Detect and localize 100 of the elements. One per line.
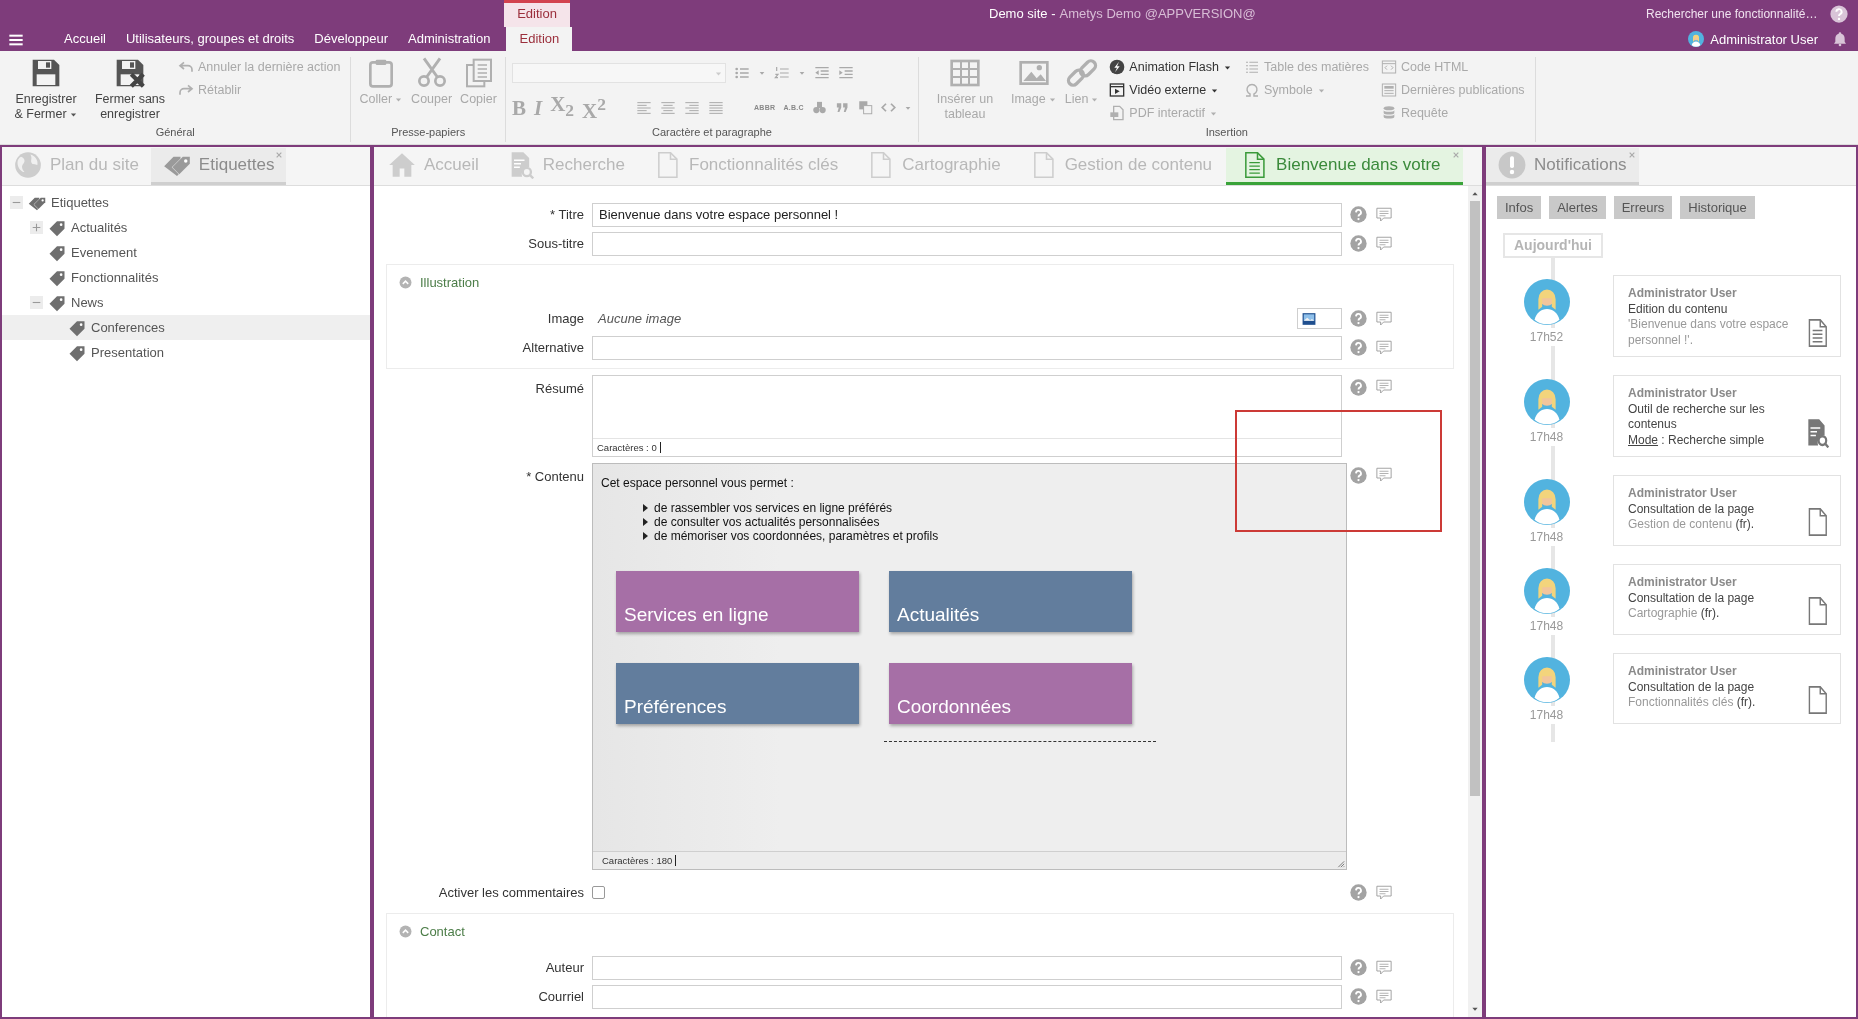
quote-icon[interactable]: [834, 100, 850, 115]
binoculars-icon[interactable]: [811, 100, 827, 115]
close-icon[interactable]: [275, 151, 284, 159]
tree-item[interactable]: News: [2, 290, 370, 315]
align-icon[interactable]: [684, 99, 700, 116]
field-label: * Contenu: [525, 468, 585, 484]
panel-tab[interactable]: Fonctionnalités clés: [639, 148, 853, 185]
field-label: Activer les commentaires: [437, 885, 585, 900]
tag-icon: [48, 293, 66, 312]
tree-item[interactable]: Evenement: [2, 240, 370, 265]
video-icon: [1109, 82, 1126, 98]
align-icon[interactable]: [660, 99, 676, 116]
text-area-field[interactable]: Caractères : 0: [592, 375, 1342, 457]
ribbon-tab[interactable]: Edition: [506, 27, 573, 51]
ribbon-button[interactable]: Animation Flash: [1109, 57, 1232, 77]
help-icon[interactable]: [1830, 4, 1848, 23]
avatar-icon: [1523, 479, 1570, 525]
lightning-icon: [1109, 59, 1126, 75]
panel-tab[interactable]: Cartographie: [852, 148, 1015, 185]
resize-grip-icon[interactable]: [1335, 858, 1345, 868]
section-title[interactable]: Illustration: [420, 274, 480, 290]
ribbon-button[interactable]: Enregistrer & Fermer: [6, 57, 86, 122]
outdent-icon[interactable]: [813, 65, 830, 81]
panel-tab[interactable]: Etiquettes: [150, 148, 287, 185]
content-tile: Services en ligne: [616, 571, 859, 632]
ribbon-tab[interactable]: Administration: [398, 27, 501, 51]
bullet-icon: [643, 518, 648, 526]
panel-tab[interactable]: Notifications: [1486, 148, 1639, 185]
comment-icon[interactable]: [1375, 958, 1393, 977]
image-picker-button[interactable]: [1297, 308, 1342, 329]
timestamp: 17h48: [1529, 617, 1564, 635]
expand-icon[interactable]: [30, 221, 43, 234]
close-icon[interactable]: [1451, 151, 1460, 159]
notification-detail: Mode : Recherche simple: [1628, 432, 1766, 448]
scroll-up-icon[interactable]: [1471, 190, 1479, 198]
comment-icon[interactable]: [1375, 466, 1393, 484]
comment-icon[interactable]: [1375, 309, 1393, 328]
caret-icon[interactable]: [757, 69, 766, 77]
comment-icon[interactable]: [1375, 987, 1393, 1006]
comment-icon[interactable]: [1375, 234, 1393, 253]
vertical-scrollbar[interactable]: [1468, 186, 1482, 1017]
tree-item[interactable]: Etiquettes: [2, 190, 370, 215]
checkbox[interactable]: [592, 886, 605, 899]
comment-icon[interactable]: [1375, 378, 1393, 396]
comment-icon[interactable]: [1375, 338, 1393, 357]
scrollbar-thumb[interactable]: [1470, 201, 1480, 796]
day-label: Aujourd'hui: [1503, 233, 1603, 258]
tree-item[interactable]: Presentation: [2, 340, 370, 365]
ribbon-tab[interactable]: Développeur: [304, 27, 398, 51]
list-item-text: de mémoriser vos coordonnées, paramètres et profils: [654, 529, 939, 543]
collapse-icon[interactable]: [399, 924, 412, 938]
close-icon[interactable]: [1627, 151, 1636, 159]
comment-icon[interactable]: [1375, 205, 1393, 224]
panel-tab[interactable]: Bienvenue dans votre: [1226, 148, 1463, 185]
undo-icon: [178, 59, 194, 75]
document-icon: [1109, 105, 1126, 121]
collapse-icon[interactable]: [10, 196, 23, 209]
text-field[interactable]: Bienvenue dans votre espace personnel !: [592, 202, 1342, 227]
ribbon-button[interactable]: Fermer sans enregistrer: [90, 57, 170, 122]
caret-icon[interactable]: [797, 69, 806, 77]
panel-tab[interactable]: Accueil: [374, 148, 493, 185]
tree-item[interactable]: Actualités: [2, 215, 370, 240]
panel-tab[interactable]: Plan du site: [2, 148, 151, 185]
user-name[interactable]: Administrator User: [1710, 31, 1818, 47]
panel-tab[interactable]: Gestion de contenu: [1014, 148, 1227, 185]
comment-icon[interactable]: [1375, 883, 1393, 902]
text-field[interactable]: [592, 984, 1342, 1009]
bullet-icon: [643, 532, 648, 540]
detail-link[interactable]: Mode: [1628, 432, 1659, 447]
scroll-down-icon[interactable]: [1471, 1005, 1479, 1013]
contextual-tab-group-label: Edition: [504, 0, 570, 27]
filter-button[interactable]: Historique: [1680, 196, 1755, 219]
filter-button[interactable]: Infos: [1497, 196, 1542, 219]
panel-tab[interactable]: Recherche: [492, 148, 640, 185]
paragraph: Cet espace personnel vous permet :: [601, 476, 795, 490]
text-field[interactable]: [592, 231, 1342, 256]
collapse-icon[interactable]: [399, 275, 412, 289]
ribbon-tab[interactable]: Utilisateurs, groupes et droits: [115, 27, 305, 51]
rich-text-editor[interactable]: [592, 463, 1347, 870]
section-title[interactable]: Contact: [420, 923, 465, 939]
bulleted-list-icon[interactable]: [733, 65, 750, 81]
menu-icon[interactable]: [8, 32, 24, 48]
translate-icon[interactable]: [857, 100, 873, 115]
ribbon-button[interactable]: Vidéo externe: [1109, 80, 1232, 100]
filter-button[interactable]: Alertes: [1549, 196, 1606, 219]
ribbon-tab[interactable]: Accueil: [54, 27, 116, 51]
code-icon[interactable]: [880, 100, 896, 115]
align-icon[interactable]: [708, 99, 724, 116]
tree-item[interactable]: Conferences: [2, 315, 370, 340]
text-field[interactable]: [592, 955, 1342, 980]
bell-icon[interactable]: [1832, 31, 1848, 47]
floppy-disk-cross-icon: [114, 57, 146, 89]
filter-button[interactable]: Erreurs: [1613, 196, 1673, 219]
text-field[interactable]: [592, 335, 1342, 360]
search-field[interactable]: Rechercher une fonctionnalité…: [1646, 6, 1828, 21]
indent-icon[interactable]: [837, 65, 854, 81]
numbered-list-icon[interactable]: [773, 65, 790, 81]
collapse-icon[interactable]: [30, 296, 43, 309]
tree-item[interactable]: Fonctionnalités: [2, 265, 370, 290]
align-icon[interactable]: [636, 99, 652, 116]
